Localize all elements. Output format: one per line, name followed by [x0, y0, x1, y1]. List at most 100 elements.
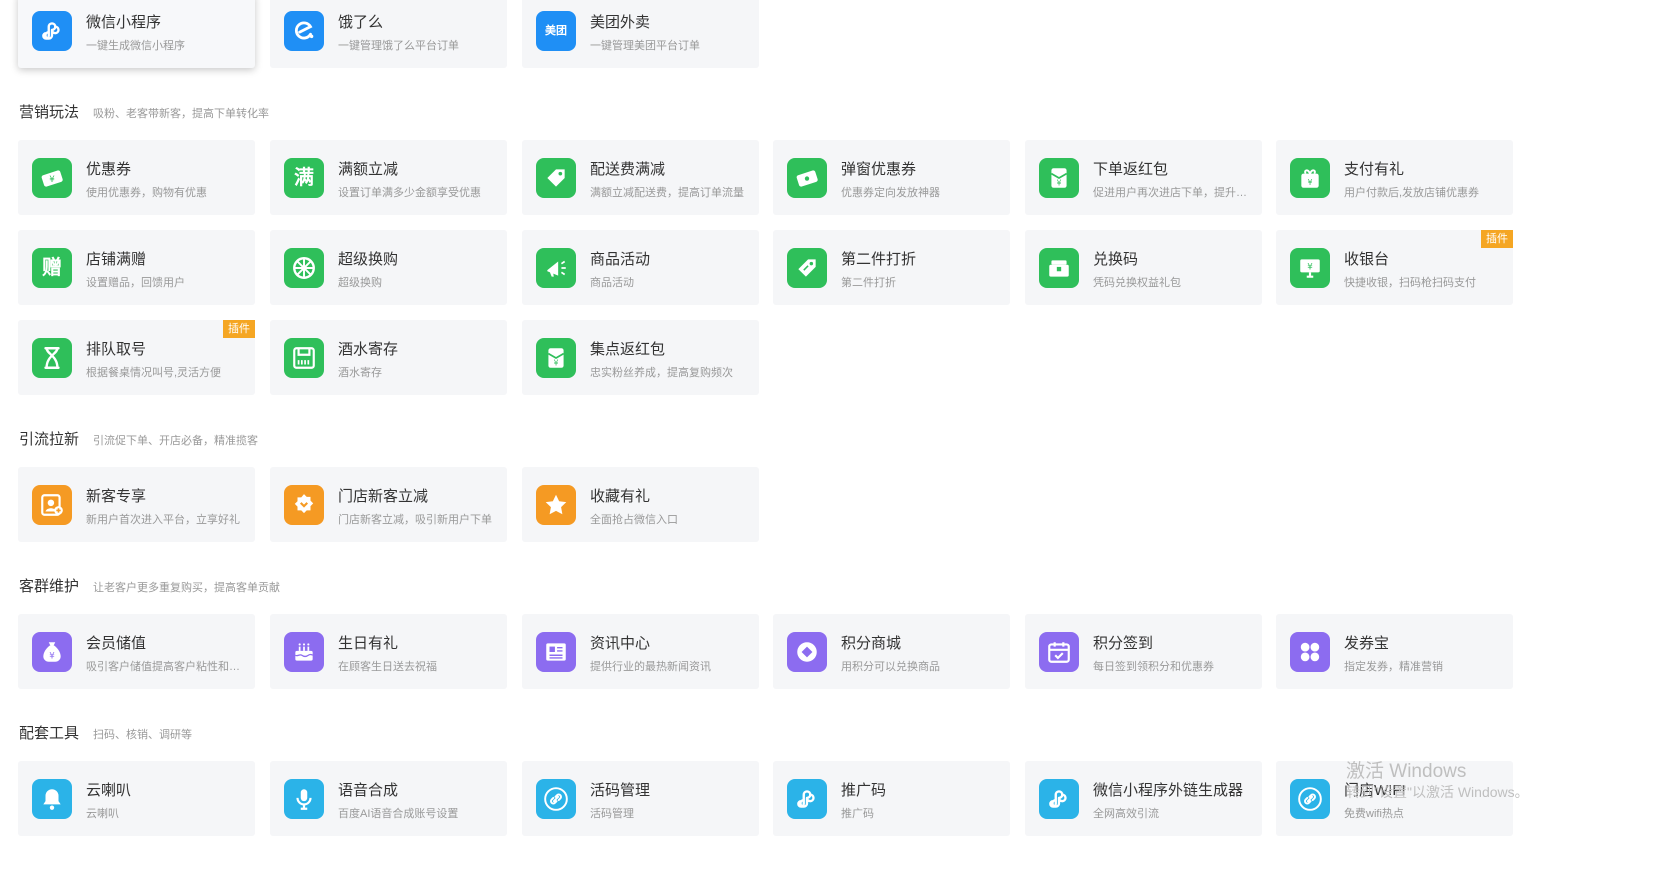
popup-coupon-icon [787, 158, 827, 198]
plugin-badge: 插件 [1481, 230, 1513, 248]
app-card-title: 商品活动 [590, 251, 651, 268]
app-card-retention-4[interactable]: 积分签到每日签到领积分和优惠券 [1025, 614, 1262, 689]
app-card-marketing-11[interactable]: ¥ 收银台 快捷收银，扫码枪扫码支付 插件 [1276, 230, 1513, 305]
app-card-title: 排队取号 [86, 341, 147, 358]
app-card-retention-1[interactable]: 生日有礼在顾客生日送去祝福 [270, 614, 507, 689]
app-card-marketing-14[interactable]: ¥ 集点返红包 忠实粉丝养成，提高复购频次 [522, 320, 759, 395]
app-card-retention-5[interactable]: 发券宝 指定发券，精准营销 [1276, 614, 1513, 689]
app-card-title: 资讯中心 [590, 635, 651, 652]
app-card-marketing-8[interactable]: 商品活动 商品活动 [522, 230, 759, 305]
icon-glyph: 美团 [545, 24, 567, 37]
news-icon [536, 632, 576, 672]
app-card-title: 微信小程序外链生成器 [1093, 782, 1244, 799]
app-card-title: 新客专享 [86, 488, 147, 505]
section-description: 让老客户更多重复购买，提高客单贡献 [93, 582, 281, 594]
red-packet-icon: ¥ [1039, 158, 1079, 198]
cashier-icon: ¥ [1290, 248, 1330, 288]
app-card-subtitle: 用户付款后,发放店铺优惠券 [1344, 187, 1480, 199]
app-card-tools-0[interactable]: 云喇叭 云喇叭 [18, 761, 255, 836]
section-description: 吸粉、老客带新客，提高下单转化率 [93, 108, 270, 120]
app-card-title: 店铺满赠 [86, 251, 147, 268]
app-card-title: 弹窗优惠券 [841, 161, 917, 178]
app-card-marketing-2[interactable]: 配送费满减满额立减配送费，提高订单流量 [522, 140, 759, 215]
svg-text:¥: ¥ [1307, 263, 1313, 273]
mini-program-icon [787, 779, 827, 819]
app-card-title: 积分签到 [1093, 635, 1154, 652]
app-card-title: 门店新客立减 [338, 488, 429, 505]
app-card-subtitle: 优惠券定向发放神器 [841, 187, 940, 199]
app-card-subtitle: 每日签到领积分和优惠券 [1093, 661, 1214, 673]
section-description: 扫码、核销、调研等 [93, 729, 193, 741]
app-card-marketing-4[interactable]: ¥ 下单返红包 促进用户再次进店下单，提升复购率 [1025, 140, 1262, 215]
app-card-marketing-3[interactable]: 弹窗优惠券优惠券定向发放神器 [773, 140, 1010, 215]
app-card-subtitle: 新用户首次进入平台，立享好礼 [86, 514, 240, 526]
app-card-subtitle: 商品活动 [590, 277, 634, 289]
app-card-subtitle: 推广码 [841, 808, 874, 820]
app-card-tools-3[interactable]: 推广码 推广码 [773, 761, 1010, 836]
app-card-tools-4[interactable]: 微信小程序外链生成器 全网高效引流 [1025, 761, 1262, 836]
money-bag-icon: ¥ [32, 632, 72, 672]
app-card-subtitle: 百度AI语音合成账号设置 [338, 808, 459, 820]
app-card-tools-2[interactable]: 活码管理 活码管理 [522, 761, 759, 836]
app-card-subtitle: 满额立减配送费，提高订单流量 [590, 187, 744, 199]
svg-text:¥: ¥ [1057, 179, 1062, 188]
app-card-subtitle: 酒水寄存 [338, 367, 382, 379]
app-card-marketing-0[interactable]: ¥ 优惠券 使用优惠券，购物有优惠 [18, 140, 255, 215]
app-card-marketing-7[interactable]: 超级换购 超级换购 [270, 230, 507, 305]
app-card-title: 优惠券 [86, 161, 132, 178]
svg-text:¥: ¥ [1308, 178, 1313, 187]
app-card-platform-1[interactable]: 饿了么 一键管理饿了么平台订单 [270, 0, 507, 68]
section-header-retention: 客群维护 让老客户更多重复购买，提高客单贡献 [19, 575, 280, 596]
app-card-acquisition-2[interactable]: 收藏有礼 全面抢占微信入口 [522, 467, 759, 542]
store-new-customer-icon [284, 485, 324, 525]
app-card-subtitle: 在顾客生日送去祝福 [338, 661, 437, 673]
app-card-marketing-6[interactable]: 赠 店铺满赠 设置赠品，回馈用户 [18, 230, 255, 305]
app-card-tools-1[interactable]: 语音合成 百度AI语音合成账号设置 [270, 761, 507, 836]
mini-program-icon [1039, 779, 1079, 819]
app-card-title: 推广码 [841, 782, 887, 799]
app-card-marketing-12[interactable]: 排队取号 根据餐桌情况叫号,灵活方便 插件 [18, 320, 255, 395]
app-card-subtitle: 吸引客户储值提高客户粘性和复购 [86, 661, 245, 673]
plugin-badge: 插件 [223, 320, 255, 338]
section-header-marketing: 营销玩法 吸粉、老客带新客，提高下单转化率 [19, 101, 269, 122]
app-card-subtitle: 门店新客立减，吸引新用户下单 [338, 514, 492, 526]
discount-tag-icon [787, 248, 827, 288]
app-card-title: 下单返红包 [1093, 161, 1169, 178]
link-icon [536, 779, 576, 819]
app-card-retention-2[interactable]: 资讯中心提供行业的最热新闻资讯 [522, 614, 759, 689]
app-card-title: 第二件打折 [841, 251, 917, 268]
app-card-title: 生日有礼 [338, 635, 399, 652]
app-card-platform-2[interactable]: 美团 美团外卖 一键管理美团平台订单 [522, 0, 759, 68]
app-card-marketing-1[interactable]: 满 满额立减 设置订单满多少金额享受优惠 [270, 140, 507, 215]
app-card-subtitle: 云喇叭 [86, 808, 119, 820]
app-card-acquisition-0[interactable]: 新客专享新用户首次进入平台，立享好礼 [18, 467, 255, 542]
app-card-title: 满额立减 [338, 161, 399, 178]
meituan-icon: 美团 [536, 11, 576, 51]
app-card-platform-0[interactable]: 微信小程序 一键生成微信小程序 [18, 0, 255, 68]
hourglass-icon [32, 338, 72, 378]
app-card-marketing-10[interactable]: 兑换码 凭码兑换权益礼包 [1025, 230, 1262, 305]
app-card-subtitle: 使用优惠券，购物有优惠 [86, 187, 207, 199]
app-card-acquisition-1[interactable]: 门店新客立减门店新客立减，吸引新用户下单 [270, 467, 507, 542]
app-card-subtitle: 忠实粉丝养成，提高复购频次 [590, 367, 733, 379]
app-card-title: 酒水寄存 [338, 341, 399, 358]
app-card-marketing-13[interactable]: 酒水寄存 酒水寄存 [270, 320, 507, 395]
app-card-title: 活码管理 [590, 782, 651, 799]
app-card-marketing-5[interactable]: ¥ 支付有礼用户付款后,发放店铺优惠券 [1276, 140, 1513, 215]
app-card-title: 配送费满减 [590, 161, 666, 178]
app-card-retention-0[interactable]: ¥ 会员储值吸引客户储值提高客户粘性和复购 [18, 614, 255, 689]
points-red-packet-icon: ¥ [536, 338, 576, 378]
app-card-title: 支付有礼 [1344, 161, 1405, 178]
app-card-title: 会员储值 [86, 635, 147, 652]
points-mall-icon [787, 632, 827, 672]
birthday-cake-icon [284, 632, 324, 672]
app-card-subtitle: 提供行业的最热新闻资讯 [590, 661, 711, 673]
app-card-title: 兑换码 [1093, 251, 1139, 268]
app-card-subtitle: 一键生成微信小程序 [86, 40, 185, 52]
app-card-retention-3[interactable]: 积分商城 用积分可以兑换商品 [773, 614, 1010, 689]
app-card-subtitle: 超级换购 [338, 277, 382, 289]
app-card-subtitle: 用积分可以兑换商品 [841, 661, 940, 673]
app-card-title: 饿了么 [338, 14, 384, 31]
app-card-marketing-9[interactable]: 第二件打折 第二件打折 [773, 230, 1010, 305]
app-card-tools-5[interactable]: 门店WIFI 免费wifi热点 [1276, 761, 1513, 836]
